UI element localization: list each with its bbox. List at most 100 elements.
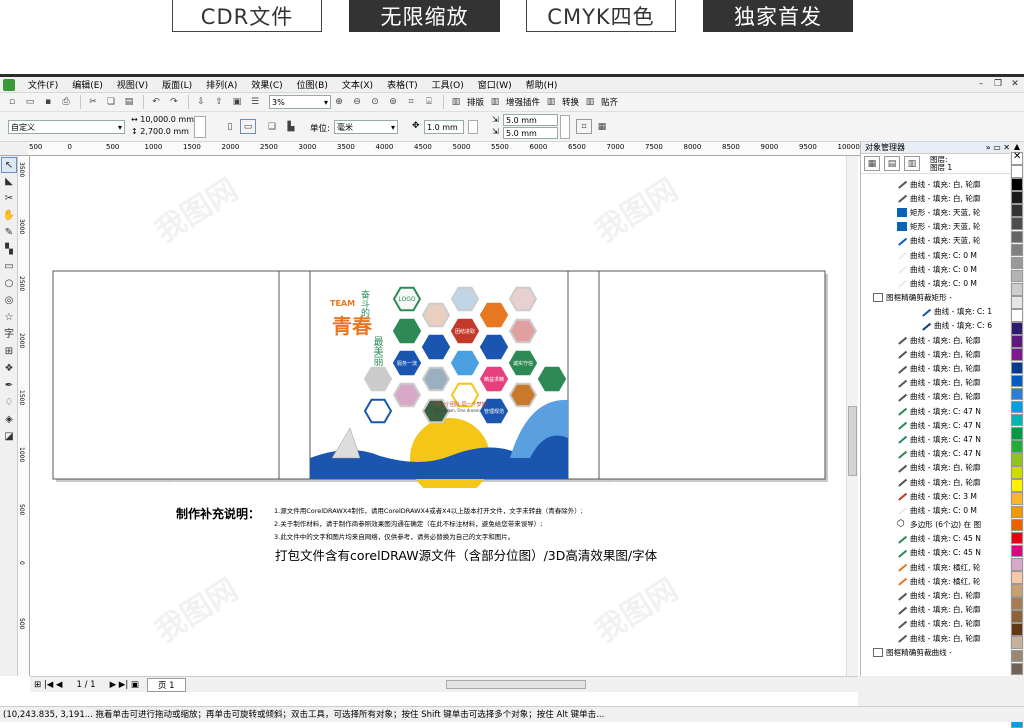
drawing-canvas[interactable]: 我图网 我图网 我图网 我图网 我图网 我图网 我图网 LOGO团结进取服务一流… <box>30 156 858 676</box>
snap-icon[interactable]: ⌗ <box>576 119 592 134</box>
panel-controls[interactable]: » ▭ ✕ <box>986 142 1010 153</box>
object-row[interactable]: 曲线 - 填充: 白, 轮廓 <box>861 631 1010 645</box>
color-swatch[interactable] <box>1011 571 1023 584</box>
color-swatch[interactable] <box>1011 217 1023 231</box>
menu-help[interactable]: 帮助(H) <box>526 78 558 91</box>
color-swatch[interactable] <box>1011 191 1023 204</box>
vertical-ruler[interactable]: 3500 3000 2500 2000 1500 1000 500 0 500 <box>18 156 30 676</box>
welcome-icon[interactable]: ☰ <box>247 95 263 110</box>
object-row[interactable]: 图框精确剪裁矩形 - <box>861 291 1010 305</box>
layer-manager-icon[interactable]: ▥ <box>904 156 920 171</box>
color-swatch[interactable] <box>1011 230 1023 244</box>
menu-window[interactable]: 窗口(W) <box>478 78 512 91</box>
color-swatch[interactable] <box>1011 322 1023 335</box>
object-row[interactable]: 曲线 - 填充: 白, 轮廓 <box>861 617 1010 631</box>
object-row[interactable]: 曲线 - 填充: 橘红, 轮 <box>861 560 1010 574</box>
color-swatch[interactable] <box>1011 348 1023 361</box>
color-swatch[interactable] <box>1011 440 1023 453</box>
object-row[interactable]: 矩形 - 填充: 天蓝, 轮 <box>861 220 1010 234</box>
color-swatch[interactable] <box>1011 479 1023 492</box>
layout-button[interactable]: 排版 <box>467 96 484 108</box>
dup-stepper[interactable] <box>560 115 570 139</box>
object-row[interactable]: 曲线 - 填充: C: 47 N <box>861 418 1010 432</box>
object-row[interactable]: 曲线 - 填充: C: 47 N <box>861 404 1010 418</box>
color-swatch[interactable] <box>1011 400 1023 414</box>
object-row[interactable]: 曲线 - 填充: 白, 轮廓 <box>861 603 1010 617</box>
menu-view[interactable]: 视图(V) <box>117 78 148 91</box>
color-swatch[interactable] <box>1011 361 1023 375</box>
import-icon[interactable]: ⇩ <box>193 95 209 110</box>
fill-tool-icon[interactable]: ◈ <box>1 412 17 428</box>
object-row[interactable]: 曲线 - 填充: 白, 轮廓 <box>861 588 1010 602</box>
object-row[interactable]: 曲线 - 填充: C: 47 N <box>861 432 1010 446</box>
color-swatch[interactable] <box>1011 492 1023 506</box>
color-swatch[interactable] <box>1011 518 1023 532</box>
object-row[interactable]: 曲线 - 填充: C: 0 M <box>861 262 1010 276</box>
page-height-field[interactable]: ↕ 2,700.0 mm <box>131 127 189 136</box>
color-swatch[interactable] <box>1011 557 1023 571</box>
export-icon[interactable]: ⇧ <box>211 95 227 110</box>
zoom-page-icon[interactable]: ⊙ <box>367 95 383 110</box>
convert-button[interactable]: 转换 <box>562 96 579 108</box>
eyedropper-tool-icon[interactable]: ✒ <box>1 378 17 394</box>
menu-table[interactable]: 表格(T) <box>387 78 418 91</box>
cut-icon[interactable]: ✂ <box>85 95 101 110</box>
color-swatch[interactable] <box>1011 636 1023 650</box>
color-swatch[interactable] <box>1011 584 1023 597</box>
design-page[interactable]: LOGO 团结进取服务一流精益求精 诚实守信管理规范 <box>50 268 830 488</box>
vertical-scrollbar[interactable] <box>846 156 858 676</box>
horizontal-scrollbar[interactable] <box>445 680 586 689</box>
layer-props-icon[interactable]: ▦ <box>864 156 880 171</box>
ellipse-tool-icon[interactable]: ○ <box>1 276 17 292</box>
convert-icon[interactable]: ▥ <box>543 95 559 110</box>
color-swatch[interactable] <box>1011 505 1023 519</box>
object-row[interactable]: 曲线 - 填充: 白, 轮廓 <box>861 390 1010 404</box>
object-row[interactable]: 曲线 - 填充: 白, 轮廓 <box>861 333 1010 347</box>
current-page-icon[interactable]: ▙ <box>283 119 299 134</box>
color-swatch[interactable] <box>1011 649 1023 663</box>
first-page-icon[interactable]: ⊞ |◀ ◀ <box>34 680 62 690</box>
interactive-fill-icon[interactable]: ◪ <box>1 429 17 445</box>
size-stepper[interactable] <box>194 116 206 138</box>
object-row[interactable]: 曲线 - 填充: C: 45 N <box>861 532 1010 546</box>
next-page-icon[interactable]: ▶ ▶| ▣ <box>110 680 139 690</box>
horizontal-ruler[interactable]: 500 0 500 1000 1500 2000 2500 3000 3500 4000 4500 5… <box>28 142 860 156</box>
object-row[interactable]: 曲线 - 填充: C: 47 N <box>861 447 1010 461</box>
page-tab[interactable]: 页 1 <box>146 677 186 692</box>
zoom-selected-icon[interactable]: ⊚ <box>385 95 401 110</box>
object-row[interactable]: 曲线 - 填充: C: 0 M <box>861 248 1010 262</box>
object-row[interactable]: 矩形 - 填充: 天蓝, 轮 <box>861 205 1010 219</box>
all-pages-icon[interactable]: ❏ <box>264 119 280 134</box>
pan-tool-icon[interactable]: ✋ <box>1 208 17 224</box>
menu-file[interactable]: 文件(F) <box>28 78 58 91</box>
menu-edit[interactable]: 编辑(E) <box>72 78 103 91</box>
menu-bitmaps[interactable]: 位图(B) <box>297 78 328 91</box>
object-row[interactable]: 曲线 - 填充: C: 6 <box>861 319 1010 333</box>
blend-tool-icon[interactable]: ❖ <box>1 361 17 377</box>
color-swatch[interactable] <box>1011 335 1023 348</box>
page-width-field[interactable]: ↔ 10,000.0 mm <box>131 115 194 124</box>
object-row[interactable]: 曲线 - 填充: 白, 轮廓 <box>861 191 1010 205</box>
color-swatch[interactable] <box>1011 426 1023 440</box>
object-row[interactable]: 曲线 - 填充: 白, 轮廓 <box>861 376 1010 390</box>
ruler-corner[interactable] <box>0 142 28 156</box>
app-launcher-icon[interactable]: ▣ <box>229 95 245 110</box>
redo-icon[interactable]: ↷ <box>166 95 182 110</box>
spiral-tool-icon[interactable]: ◎ <box>1 293 17 309</box>
object-row[interactable]: 曲线 - 填充: C: 0 M <box>861 276 1010 290</box>
undo-icon[interactable]: ↶ <box>148 95 164 110</box>
color-swatch[interactable] <box>1011 309 1023 322</box>
object-row[interactable]: 曲线 - 填充: 橘红, 轮 <box>861 574 1010 588</box>
color-swatch[interactable] <box>1011 178 1023 191</box>
nudge-stepper[interactable] <box>468 120 478 134</box>
shape-tool-icon[interactable]: ◣ <box>1 174 17 190</box>
layer-view-icon[interactable]: ▤ <box>884 156 900 171</box>
freehand-tool-icon[interactable]: ✎ <box>1 225 17 241</box>
color-swatch[interactable] <box>1011 165 1023 178</box>
object-row[interactable]: 曲线 - 填充: 白, 轮廓 <box>861 475 1010 489</box>
open-icon[interactable]: ▭ <box>22 95 38 110</box>
color-swatch[interactable] <box>1011 282 1023 296</box>
menu-arrange[interactable]: 排列(A) <box>206 78 237 91</box>
zoom-combo[interactable]: 3% ▾ <box>269 95 331 109</box>
duplicate-y-field[interactable]: 5.0 mm <box>503 127 558 139</box>
